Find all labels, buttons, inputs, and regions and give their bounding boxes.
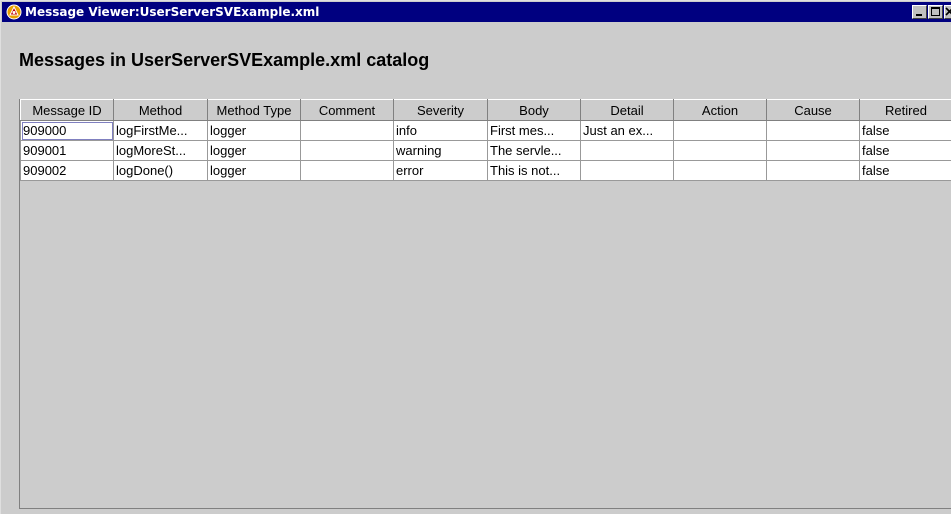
cell-cause[interactable]	[766, 160, 860, 181]
cell-method-type[interactable]: logger	[207, 120, 301, 141]
column-header-detail[interactable]: Detail	[580, 99, 674, 121]
minimize-icon	[916, 14, 922, 16]
cell-comment[interactable]	[300, 160, 394, 181]
cell-action[interactable]	[673, 140, 767, 161]
column-header-method-type[interactable]: Method Type	[207, 99, 301, 121]
close-icon	[945, 7, 951, 16]
message-viewer-window: Message Viewer:UserServerSVExample.xml M…	[0, 0, 951, 514]
cell-retired[interactable]: false	[859, 160, 951, 181]
cell-detail[interactable]	[580, 140, 674, 161]
cell-detail[interactable]	[580, 160, 674, 181]
cell-cause[interactable]	[766, 140, 860, 161]
maximize-icon	[931, 7, 940, 16]
title-bar[interactable]: Message Viewer:UserServerSVExample.xml	[2, 2, 951, 22]
cell-severity[interactable]: info	[393, 120, 488, 141]
column-header-body[interactable]: Body	[487, 99, 581, 121]
column-header-retired[interactable]: Retired	[859, 99, 951, 121]
column-header-method[interactable]: Method	[113, 99, 208, 121]
cell-body[interactable]: This is not...	[487, 160, 581, 181]
cell-severity[interactable]: error	[393, 160, 488, 181]
minimize-button[interactable]	[912, 5, 927, 19]
cell-method-type[interactable]: logger	[207, 140, 301, 161]
column-header-cause[interactable]: Cause	[766, 99, 860, 121]
cell-retired[interactable]: false	[859, 140, 951, 161]
column-header-message-id[interactable]: Message ID	[20, 99, 114, 121]
cell-method[interactable]: logMoreSt...	[113, 140, 208, 161]
table-header-row: Message ID Method Method Type Comment Se…	[20, 99, 951, 121]
messages-table: Message ID Method Method Type Comment Se…	[20, 99, 951, 181]
app-icon[interactable]	[6, 4, 22, 20]
column-header-severity[interactable]: Severity	[393, 99, 488, 121]
table-row[interactable]: 909002 logDone() logger error This is no…	[20, 160, 951, 181]
cell-detail[interactable]: Just an ex...	[580, 120, 674, 141]
cell-method[interactable]: logDone()	[113, 160, 208, 181]
cell-comment[interactable]	[300, 140, 394, 161]
cell-body[interactable]: The servle...	[487, 140, 581, 161]
cell-comment[interactable]	[300, 120, 394, 141]
window-title: Message Viewer:UserServerSVExample.xml	[25, 5, 320, 19]
cell-cause[interactable]	[766, 120, 860, 141]
cell-action[interactable]	[673, 120, 767, 141]
cell-message-id[interactable]: 909002	[20, 160, 114, 181]
catalog-heading: Messages in UserServerSVExample.xml cata…	[19, 50, 430, 70]
cell-method[interactable]: logFirstMe...	[113, 120, 208, 141]
cell-method-type[interactable]: logger	[207, 160, 301, 181]
cell-severity[interactable]: warning	[393, 140, 488, 161]
close-button[interactable]	[944, 5, 951, 19]
column-header-action[interactable]: Action	[673, 99, 767, 121]
cell-body[interactable]: First mes...	[487, 120, 581, 141]
cell-message-id[interactable]: 909000	[20, 120, 114, 141]
messages-table-area[interactable]: Message ID Method Method Type Comment Se…	[19, 99, 951, 509]
column-header-comment[interactable]: Comment	[300, 99, 394, 121]
cell-message-id[interactable]: 909001	[20, 140, 114, 161]
table-row[interactable]: 909000 logFirstMe... logger info First m…	[20, 120, 951, 141]
table-row[interactable]: 909001 logMoreSt... logger warning The s…	[20, 140, 951, 161]
maximize-button[interactable]	[928, 5, 943, 19]
cell-action[interactable]	[673, 160, 767, 181]
cell-retired[interactable]: false	[859, 120, 951, 141]
